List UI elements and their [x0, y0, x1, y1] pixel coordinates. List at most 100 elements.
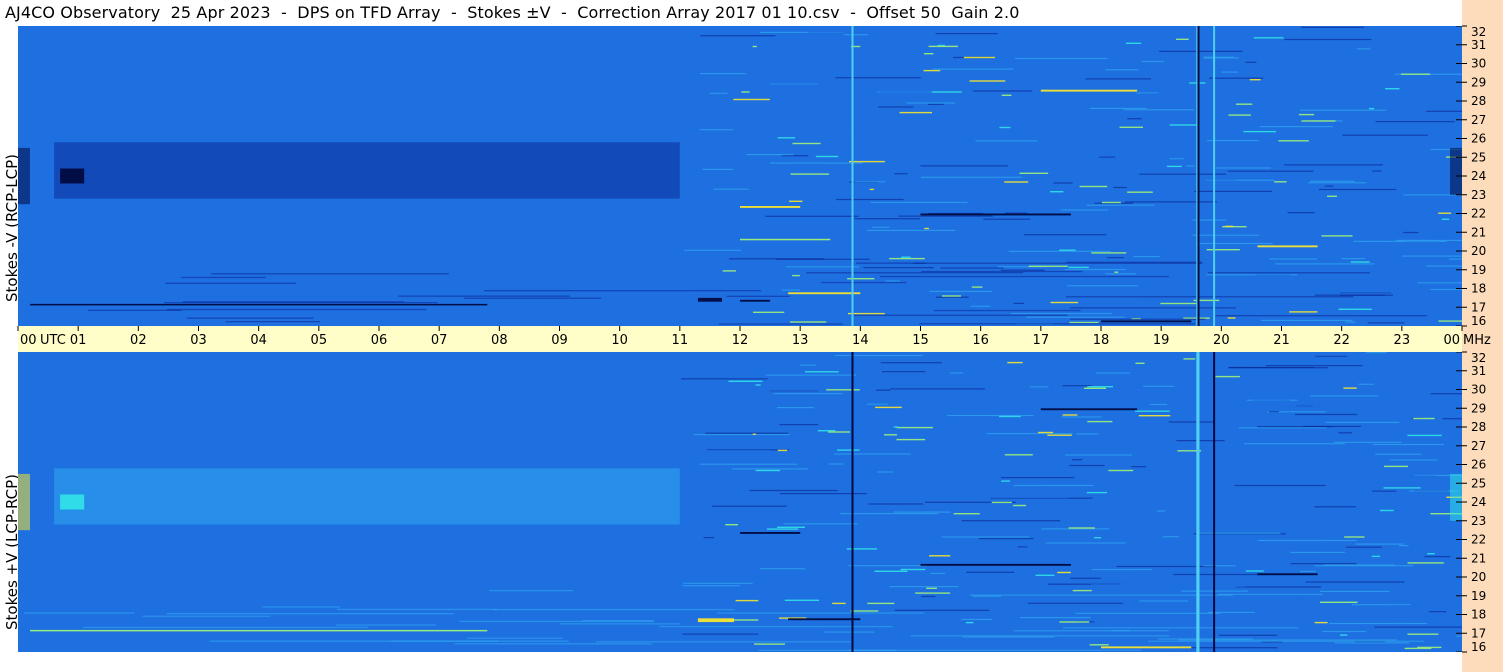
interference-band [1070, 318, 1206, 320]
texture-streak [1397, 613, 1462, 615]
bright-streak [1134, 410, 1170, 412]
texture-streak [986, 433, 1073, 435]
texture-streak [1086, 502, 1117, 504]
freq-tick-label: 30 [1471, 57, 1486, 71]
texture-streak [921, 595, 936, 598]
texture-streak [863, 267, 934, 269]
texture-streak [1356, 48, 1371, 50]
texture-streak [1431, 621, 1462, 623]
texture-streak [1095, 372, 1131, 374]
texture-streak [1076, 433, 1099, 435]
texture-streak [877, 471, 894, 473]
bright-streak [735, 599, 759, 602]
texture-streak [1095, 628, 1179, 631]
interference-band [880, 275, 1169, 278]
texture-streak [940, 468, 963, 470]
texture-streak [1141, 93, 1173, 95]
bright-streak [1215, 375, 1240, 378]
texture-streak [930, 120, 971, 122]
texture-streak [1091, 583, 1123, 585]
heatmap-feature [1450, 473, 1462, 521]
bright-streak [1001, 94, 1012, 96]
freq-axis-bottom-svg: 1617 18 19 20 21 22 23 24 25 26 27 28 29 30 3132 [1462, 351, 1486, 654]
bright-streak [942, 295, 961, 297]
time-axis-svg: 00 01 02 03 04 05 06 07 08 09 10 11 12 13 14 15 16 17 18 19… [17, 326, 1491, 348]
texture-streak [1194, 190, 1272, 192]
texture-streak [889, 586, 959, 588]
texture-streak [1338, 432, 1353, 434]
bright-streak [817, 430, 836, 432]
texture-streak [817, 580, 837, 582]
texture-streak [875, 389, 891, 391]
heatmap-feature [30, 629, 488, 632]
texture-streak [1199, 532, 1281, 534]
texture-streak [1228, 536, 1328, 538]
texture-streak [1062, 385, 1092, 387]
texture-streak [935, 33, 998, 35]
texture-streak [1235, 586, 1321, 588]
texture-streak [1036, 358, 1127, 360]
texture-streak [1345, 321, 1356, 323]
texture-streak [1085, 78, 1151, 80]
texture-streak [1398, 142, 1444, 144]
texture-streak [869, 619, 909, 621]
heatmap-feature [920, 563, 1071, 566]
bright-streak [1385, 88, 1400, 90]
bright-streak [1243, 130, 1276, 133]
bright-streak [900, 568, 926, 571]
texture-streak [1203, 565, 1236, 567]
texture-streak [1132, 215, 1168, 217]
texture-streak [1345, 546, 1382, 548]
texture-streak [1123, 109, 1195, 111]
texture-streak [1199, 69, 1225, 71]
bright-streak [1108, 469, 1134, 472]
time-tick-label: 00 [20, 333, 37, 348]
bright-streak [755, 469, 781, 472]
bright-streak [1438, 212, 1452, 214]
texture-streak [1290, 551, 1345, 553]
texture-streak [1352, 494, 1410, 496]
freq-tick-label: 23 [1471, 514, 1486, 528]
texture-streak [1226, 137, 1288, 140]
texture-streak [969, 639, 1067, 641]
texture-streak [961, 417, 1062, 419]
texture-streak [1187, 586, 1246, 588]
texture-streak [1169, 158, 1184, 160]
bright-streak [931, 91, 962, 93]
texture-streak [711, 505, 787, 507]
texture-streak [1447, 563, 1462, 565]
texture-streak [966, 571, 1015, 573]
texture-streak [1333, 596, 1350, 598]
frequency-axis-top: 16 17 18 19 20 21 22 23 24 25 26 27 28 29 30 31 32 [1462, 25, 1503, 328]
bright-streak [915, 592, 951, 594]
texture-streak [986, 238, 1065, 240]
bright-streak [1343, 387, 1357, 389]
texture-streak [1149, 270, 1217, 272]
texture-streak [1263, 164, 1278, 166]
texture-streak [1079, 618, 1097, 621]
texture-streak [731, 302, 750, 304]
freq-tick-label: 26 [1471, 458, 1486, 472]
texture-streak [1425, 206, 1462, 208]
texture-streak [951, 629, 1005, 631]
texture-streak [1090, 581, 1180, 583]
interference-band [211, 273, 449, 275]
texture-streak [759, 568, 806, 570]
bright-streak [752, 45, 757, 48]
texture-streak [1156, 510, 1166, 512]
freq-tick-label: 17 [1471, 300, 1486, 314]
texture-streak [1139, 475, 1186, 478]
freq-tick-label: 19 [1471, 263, 1486, 277]
bright-streak [828, 431, 850, 433]
bright-streak [923, 69, 941, 72]
interference-band [726, 295, 790, 297]
bright-streak [847, 278, 875, 280]
bright-streak [722, 270, 736, 272]
bright-streak [789, 200, 803, 202]
texture-streak [893, 511, 951, 513]
bright-streak [1119, 126, 1143, 128]
freq-tick-label: 29 [1471, 401, 1486, 415]
texture-streak [866, 300, 881, 302]
texture-streak [904, 247, 916, 249]
texture-streak [941, 536, 1030, 538]
